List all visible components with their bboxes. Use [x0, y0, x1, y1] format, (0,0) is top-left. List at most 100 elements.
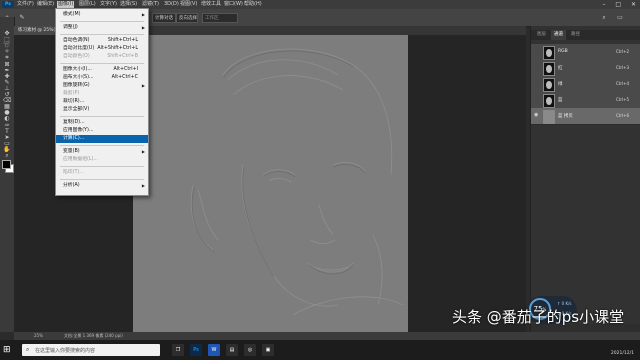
option-field-1[interactable]: 计算对话	[152, 13, 176, 23]
menu-item[interactable]: 应用图像(Y)...	[56, 127, 148, 135]
menu-3[interactable]: 图层(L)	[79, 1, 96, 8]
foreground-color-swatch[interactable]	[2, 160, 11, 169]
channel-name: 绿	[558, 82, 563, 87]
workspace-icon[interactable]: ▭	[616, 14, 624, 22]
menu-9[interactable]: 增效工具	[201, 1, 221, 8]
menu-2[interactable]: 图像(I)	[57, 1, 75, 8]
option-label: 计算对话	[155, 16, 173, 21]
visibility-eye-icon[interactable]	[534, 80, 540, 87]
taskbar-app-photoshop[interactable]: Ps	[190, 344, 202, 356]
submenu-arrow-icon: ▶	[141, 25, 145, 30]
menu-item-label: 分析(A)	[63, 183, 80, 188]
taskbar: ⊞ ⌕ 在这里输入你要搜索的内容 ❐ Ps W ▤ ◎ ▣ 2021/12/1	[0, 340, 640, 360]
zoom-tool-icon[interactable]: ⌕	[3, 152, 11, 160]
channel-row[interactable]: 绿 Ctrl+4	[531, 76, 640, 93]
channel-name: 蓝 拷贝	[558, 114, 573, 119]
menu-item[interactable]: 自动色调(N) Shift+Ctrl+L	[56, 37, 148, 45]
channel-thumbnail	[543, 46, 555, 60]
menu-item[interactable]: 图像大小(I)... Alt+Ctrl+I	[56, 66, 148, 74]
menu-item: 应用数据组(L)...	[56, 156, 148, 164]
visibility-eye-icon[interactable]	[534, 96, 540, 103]
menu-separator	[60, 116, 144, 117]
taskbar-app-word[interactable]: W	[208, 344, 220, 356]
maximize-button[interactable]: □	[615, 1, 621, 8]
menu-item: 陷印(T)...	[56, 169, 148, 177]
menu-item[interactable]: 复制(D)...	[56, 119, 148, 127]
option-field-2[interactable]: 反向选择	[176, 13, 198, 23]
option-label: 工作区	[205, 16, 219, 21]
document-canvas[interactable]	[133, 35, 408, 332]
menu-item[interactable]: 调整(J) ▶	[56, 24, 148, 32]
search-icon[interactable]: ⌕	[600, 14, 608, 22]
app-icon[interactable]: ▣	[262, 344, 274, 356]
minimize-button[interactable]: –	[602, 1, 605, 8]
menu-item-shortcut: Shift+Ctrl+B	[107, 54, 138, 59]
channel-shortcut: Ctrl+5	[615, 97, 629, 102]
option-field-3[interactable]: 工作区	[202, 13, 238, 23]
menu-separator	[60, 179, 144, 180]
embossed-portrait-image	[190, 48, 404, 316]
menu-0[interactable]: 文件(F)	[17, 1, 34, 8]
task-view-icon[interactable]: ❐	[172, 344, 184, 356]
menu-item-label: 调整(J)	[63, 25, 78, 30]
menu-item[interactable]: 显示全部(V)	[56, 106, 148, 114]
menu-item: 自动颜色(O) Shift+Ctrl+B	[56, 53, 148, 61]
channel-row[interactable]: 红 Ctrl+3	[531, 60, 640, 77]
window-controls: – □ ✕	[594, 0, 636, 9]
menu-separator	[60, 145, 144, 146]
menu-separator	[60, 166, 144, 167]
brush-preset-icon[interactable]: ✎	[18, 14, 26, 22]
channel-row[interactable]: RGB Ctrl+2	[531, 44, 640, 61]
visibility-eye-icon[interactable]	[534, 48, 540, 55]
menu-separator	[60, 21, 144, 22]
menu-item[interactable]: 计算(C)...	[56, 135, 148, 143]
menu-11[interactable]: 帮助(H)	[244, 1, 262, 8]
menu-item-label: 应用数据组(L)...	[63, 157, 98, 162]
menu-8[interactable]: 视图(V)	[180, 1, 197, 8]
menu-item-label: 变量(B)	[63, 149, 80, 154]
menu-7[interactable]: 3D(D)	[164, 1, 179, 8]
channel-shortcut: Ctrl+2	[615, 49, 629, 54]
menu-item: 裁剪(P)	[56, 90, 148, 98]
menu-6[interactable]: 滤镜(T)	[142, 1, 159, 8]
browser-icon[interactable]: ◎	[244, 344, 256, 356]
menu-5[interactable]: 选择(S)	[120, 1, 137, 8]
channels-panel: 图层 通道 路径 RGB Ctrl+2 红 Ctrl+3 绿 Ctrl+4 蓝 Ctrl+5 ◉…	[530, 26, 640, 332]
menu-item-shortcut: Alt+Ctrl+I	[113, 67, 138, 72]
submenu-arrow-icon: ▶	[141, 12, 145, 17]
zoom-level[interactable]: 25%	[34, 332, 43, 340]
menu-item-label: 裁剪(P)	[63, 91, 80, 96]
menu-separator	[60, 34, 144, 35]
menu-4[interactable]: 文字(Y)	[100, 1, 117, 8]
menu-item[interactable]: 变量(B) ▶	[56, 148, 148, 156]
menu-item[interactable]: 自动对比度(U) Alt+Shift+Ctrl+L	[56, 45, 148, 53]
channel-thumbnail	[543, 94, 555, 108]
menu-item-label: 显示全部(V)	[63, 107, 90, 112]
windows-start-icon[interactable]: ⊞	[3, 345, 13, 355]
menu-item-shortcut: Alt+Ctrl+C	[111, 75, 138, 80]
photoshop-logo-icon: Ps	[2, 1, 14, 8]
taskbar-date: 2021/12/1	[610, 351, 634, 356]
taskbar-search-box[interactable]: ⌕ 在这里输入你要搜索的内容	[22, 344, 160, 356]
tab-channels[interactable]: 通道	[551, 30, 566, 40]
tab-paths[interactable]: 路径	[571, 30, 580, 40]
tab-layers[interactable]: 图层	[537, 30, 546, 40]
close-button[interactable]: ✕	[631, 1, 636, 8]
visibility-eye-icon[interactable]	[534, 64, 540, 71]
menu-item-label: 复制(D)...	[63, 120, 85, 125]
channel-row[interactable]: ◉ 蓝 拷贝 Ctrl+6	[531, 108, 640, 125]
menu-item[interactable]: 图像旋转(G) ▶	[56, 82, 148, 90]
channel-shortcut: Ctrl+4	[615, 81, 629, 86]
channel-row[interactable]: 蓝 Ctrl+5	[531, 92, 640, 109]
menu-item[interactable]: 裁切(R)...	[56, 98, 148, 106]
watermark-text: 头条 @番茄子的ps小课堂	[452, 308, 625, 326]
file-explorer-icon[interactable]: ▤	[226, 344, 238, 356]
menu-item-label: 模式(M)	[63, 12, 81, 17]
menu-item[interactable]: 画布大小(S)... Alt+Ctrl+C	[56, 74, 148, 82]
menu-item[interactable]: 分析(A) ▶	[56, 182, 148, 190]
visibility-eye-icon[interactable]: ◉	[534, 112, 540, 119]
menu-item[interactable]: 模式(M) ▶	[56, 11, 148, 19]
menu-separator	[60, 63, 144, 64]
menu-10[interactable]: 窗口(W)	[224, 1, 243, 8]
menu-1[interactable]: 编辑(E)	[37, 1, 54, 8]
